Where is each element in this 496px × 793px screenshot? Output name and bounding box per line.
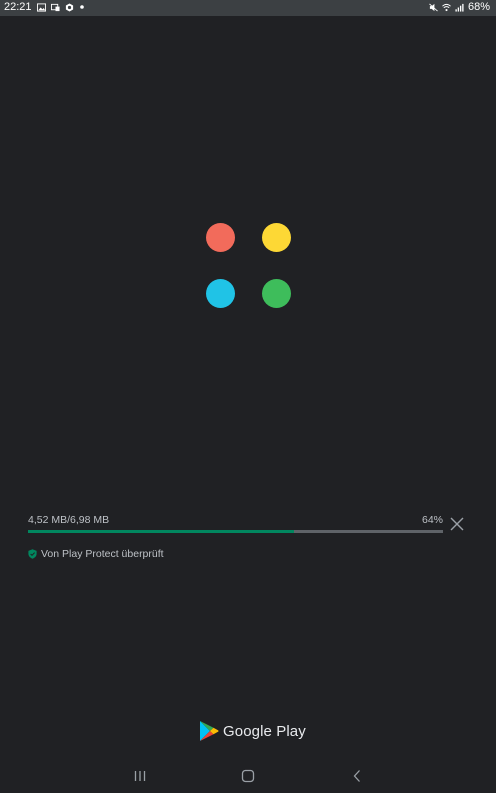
app-logo — [204, 221, 292, 309]
google-play-logo-icon — [200, 721, 219, 741]
google-play-branding: Google Play — [199, 720, 306, 742]
play-protect-status: Von Play Protect überprüft — [28, 548, 164, 560]
download-size: 4,52 MB/6,98 MB — [28, 514, 110, 526]
dot-icon — [79, 5, 84, 9]
logo-dot-green — [262, 279, 291, 308]
close-icon[interactable] — [450, 517, 464, 531]
progress-fill — [28, 530, 294, 533]
mute-icon — [429, 3, 438, 11]
google-play-label: Google Play — [223, 722, 306, 740]
navigation-bar — [0, 760, 496, 793]
cast-icon — [50, 3, 60, 11]
battery-level: 68% — [467, 1, 490, 13]
back-button[interactable] — [345, 766, 369, 786]
status-bar-right: 68% — [429, 1, 490, 13]
download-progress: 4,52 MB/6,98 MB 64% Von Play Protect übe… — [28, 514, 468, 574]
status-time: 22:21 — [4, 1, 32, 13]
recents-icon — [134, 771, 146, 781]
wifi-icon — [442, 3, 451, 11]
back-icon — [353, 770, 360, 782]
progress-track — [28, 530, 443, 533]
recents-button[interactable] — [128, 766, 152, 786]
home-icon — [241, 769, 255, 783]
home-button[interactable] — [236, 766, 260, 786]
play-protect-text: Von Play Protect überprüft — [41, 548, 164, 560]
signal-icon — [455, 3, 464, 12]
download-percent: 64% — [421, 514, 443, 526]
logo-dot-blue — [206, 279, 235, 308]
gallery-icon — [36, 2, 46, 12]
logo-dot-red — [206, 223, 235, 252]
status-bar-left: 22:21 — [4, 1, 85, 13]
status-bar: 22:21 68% — [0, 0, 496, 16]
shield-check-icon — [28, 549, 37, 559]
settings-icon — [65, 2, 73, 12]
logo-dot-yellow — [262, 223, 291, 252]
